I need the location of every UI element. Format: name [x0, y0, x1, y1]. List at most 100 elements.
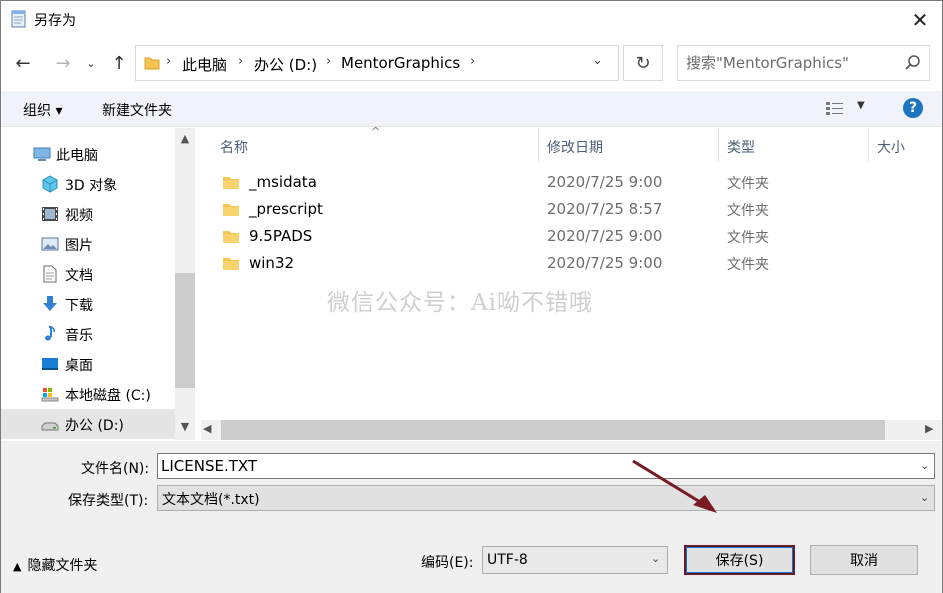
chevron-down-icon: ⌄	[920, 491, 930, 504]
hide-folders-toggle[interactable]: ▲ 隐藏文件夹	[13, 555, 97, 575]
sidebar-item-label: 图片	[65, 238, 93, 254]
navigation-pane: 此电脑 3D 对象 视频 图片 文档 下载 音乐 桌面 本地磁盘 (C:) 办公…	[1, 128, 195, 440]
close-button[interactable]: ✕	[899, 5, 941, 35]
save-as-dialog: 另存为 ✕ ← → ⌄ ↑ › 此电脑 › 办公 (D:) › MentorGr…	[0, 0, 943, 593]
notepad-icon	[11, 10, 26, 28]
file-name: _msidata	[249, 173, 317, 191]
music-icon	[45, 326, 55, 341]
sidebar-item-3d-objects[interactable]: 3D 对象	[1, 169, 175, 199]
list-item[interactable]: _msidata 2020/7/25 9:00 文件夹	[215, 170, 905, 196]
filename-combobox[interactable]: ⌄	[157, 453, 935, 479]
recent-locations-button[interactable]: ⌄	[79, 49, 103, 77]
search-box[interactable]	[677, 45, 930, 81]
folder-icon	[144, 57, 160, 70]
back-button[interactable]: ←	[9, 49, 37, 77]
title-bar: 另存为 ✕	[1, 1, 942, 39]
column-divider[interactable]	[868, 128, 869, 162]
sidebar-item-music[interactable]: 音乐	[1, 319, 175, 349]
hide-folders-label: 隐藏文件夹	[27, 558, 98, 574]
chevron-right-icon: ›	[166, 54, 172, 69]
savetype-label: 保存类型(T):	[68, 493, 149, 509]
cube-icon	[42, 175, 58, 193]
file-modified: 2020/7/25 9:00	[547, 254, 663, 272]
chevron-down-icon: ⌄	[86, 56, 96, 70]
column-header-row: ^ 名称 修改日期 类型 大小	[195, 125, 942, 162]
file-modified: 2020/7/25 9:00	[547, 173, 663, 191]
savetype-select[interactable]: 文本文档(*.txt) ⌄	[157, 485, 935, 511]
file-type: 文件夹	[727, 176, 769, 192]
column-divider[interactable]	[538, 128, 539, 162]
encoding-value: UTF-8	[487, 552, 528, 568]
command-toolbar: 组织 ▾ 新建文件夹 ▼	[1, 91, 942, 127]
video-icon	[42, 207, 58, 221]
sidebar-item-label: 视频	[65, 208, 93, 224]
arrow-left-icon: ←	[15, 52, 31, 74]
search-input[interactable]	[686, 53, 896, 73]
folder-icon	[223, 204, 239, 216]
scroll-down-icon[interactable]: ▼	[175, 420, 195, 433]
cancel-button[interactable]: 取消	[810, 545, 918, 575]
window-title: 另存为	[34, 13, 76, 29]
scrollbar-thumb[interactable]	[175, 273, 195, 388]
download-icon	[43, 296, 57, 311]
file-type: 文件夹	[727, 257, 769, 273]
sidebar-item-label: 3D 对象	[65, 178, 118, 194]
organize-menu[interactable]: 组织 ▾	[23, 100, 62, 120]
scroll-up-icon[interactable]: ▲	[175, 132, 195, 145]
sidebar-item-pictures[interactable]: 图片	[1, 229, 175, 259]
watermark-text: 微信公众号：Ai呦不错哦	[327, 290, 593, 316]
scrollbar-thumb[interactable]	[221, 420, 885, 440]
help-icon[interactable]: ?	[903, 98, 923, 118]
column-divider[interactable]	[718, 128, 719, 162]
column-header-modified[interactable]: 修改日期	[547, 137, 603, 157]
view-options-icon[interactable]	[825, 100, 845, 117]
filename-input[interactable]	[161, 456, 901, 476]
file-name: 9.5PADS	[249, 227, 313, 245]
arrow-up-icon: ↑	[111, 52, 127, 74]
encoding-select[interactable]: UTF-8 ⌄	[482, 546, 668, 574]
address-history-dropdown[interactable]: ⌄	[592, 53, 603, 68]
chevron-down-icon[interactable]: ⌄	[920, 459, 929, 472]
folder-icon	[223, 231, 239, 243]
up-button[interactable]: ↑	[105, 49, 133, 77]
sidebar-item-label: 音乐	[65, 328, 93, 344]
list-item[interactable]: win32 2020/7/25 9:00 文件夹	[215, 251, 905, 277]
column-header-size[interactable]: 大小	[877, 137, 905, 157]
file-name: win32	[249, 254, 295, 272]
address-bar[interactable]: › 此电脑 › 办公 (D:) › MentorGraphics › ⌄	[135, 45, 619, 81]
new-folder-button[interactable]: 新建文件夹	[102, 100, 172, 120]
scroll-left-icon[interactable]: ◀	[203, 422, 211, 435]
view-dropdown-icon[interactable]: ▼	[857, 100, 865, 111]
breadcrumb-mentorgraphics[interactable]: MentorGraphics	[341, 54, 460, 72]
column-header-name[interactable]: 名称	[220, 137, 248, 157]
navigation-scrollbar[interactable]: ▲ ▼	[175, 128, 195, 440]
sidebar-item-videos[interactable]: 视频	[1, 199, 175, 229]
scroll-right-icon[interactable]: ▶	[925, 422, 933, 435]
sidebar-item-documents[interactable]: 文档	[1, 259, 175, 289]
sidebar-item-desktop[interactable]: 桌面	[1, 349, 175, 379]
desktop-icon	[42, 358, 58, 370]
search-icon	[905, 55, 920, 70]
sidebar-item-drive-d[interactable]: 办公 (D:)	[1, 409, 175, 439]
breadcrumb-drive-d[interactable]: 办公 (D:)	[254, 54, 317, 75]
sidebar-item-downloads[interactable]: 下载	[1, 289, 175, 319]
forward-button[interactable]: →	[49, 49, 77, 77]
column-header-type[interactable]: 类型	[727, 137, 755, 157]
file-modified: 2020/7/25 8:57	[547, 200, 663, 218]
arrow-right-icon: →	[55, 52, 71, 74]
folder-icon	[223, 177, 239, 189]
sidebar-item-label: 本地磁盘 (C:)	[65, 388, 151, 404]
file-list-scrollbar[interactable]: ◀ ▶	[201, 420, 942, 440]
chevron-down-icon: ⌄	[651, 552, 661, 565]
sidebar-item-drive-c[interactable]: 本地磁盘 (C:)	[1, 379, 175, 409]
sidebar-item-label: 此电脑	[56, 148, 98, 164]
save-button[interactable]: 保存(S)	[684, 545, 795, 575]
folder-icon	[223, 258, 239, 270]
sidebar-item-this-pc[interactable]: 此电脑	[1, 139, 175, 169]
list-item[interactable]: _prescript 2020/7/25 8:57 文件夹	[215, 197, 905, 223]
list-item[interactable]: 9.5PADS 2020/7/25 9:00 文件夹	[215, 224, 905, 250]
refresh-button[interactable]: ↻	[623, 45, 663, 81]
annotation-arrow-icon	[632, 459, 717, 513]
sidebar-item-label: 桌面	[65, 358, 93, 374]
breadcrumb-this-pc[interactable]: 此电脑	[182, 54, 227, 75]
